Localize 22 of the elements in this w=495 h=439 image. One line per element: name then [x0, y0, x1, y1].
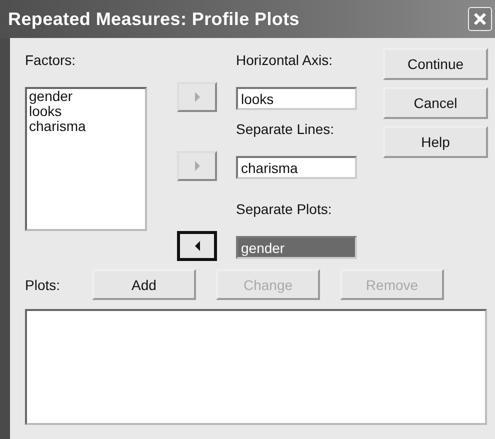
close-button[interactable] [468, 7, 492, 31]
target-label: Separate Plots: [236, 201, 333, 218]
target-label: Separate Lines: [236, 121, 336, 138]
factors-label: Factors: [25, 52, 77, 69]
plot-button[interactable]: Add [92, 269, 196, 300]
window-title: Repeated Measures: Profile Plots [8, 8, 300, 30]
right-arrow-icon [192, 91, 202, 103]
move-button[interactable] [177, 231, 217, 261]
factor-item[interactable]: looks [29, 104, 143, 119]
dialog-button[interactable]: Cancel [383, 87, 488, 119]
close-icon [473, 12, 487, 26]
right-arrow-icon [192, 160, 202, 172]
dialog-button[interactable]: Help [383, 126, 488, 158]
left-arrow-icon [192, 240, 202, 252]
target-label: Horizontal Axis: [236, 52, 334, 69]
factors-list[interactable]: gender looks charisma [25, 87, 147, 231]
factor-item[interactable]: charisma [29, 119, 143, 134]
plots-list[interactable] [25, 309, 487, 425]
dialog-button[interactable]: Continue [383, 48, 488, 80]
plots-label: Plots: [25, 276, 62, 292]
target-field[interactable]: gender [236, 236, 357, 259]
factor-item[interactable]: gender [29, 89, 143, 104]
